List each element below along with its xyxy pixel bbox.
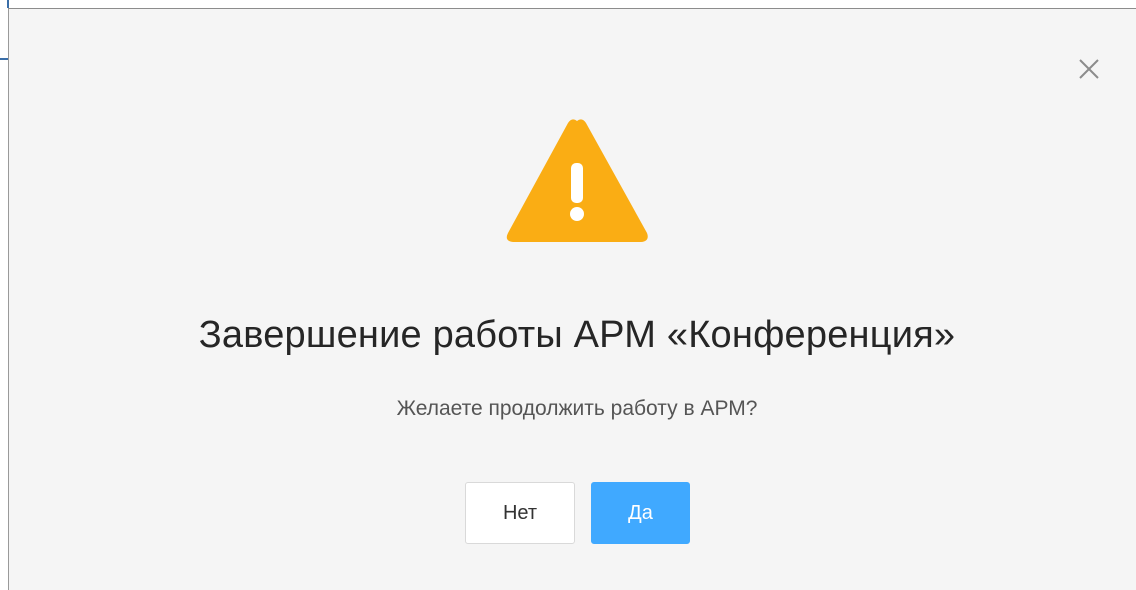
background-edge-mark: [0, 58, 8, 60]
yes-button[interactable]: Да: [591, 482, 690, 544]
warning-triangle-icon: [503, 115, 651, 245]
background-edge-mark: [7, 0, 9, 8]
dialog-message: Желаете продолжить работу в АРМ?: [396, 397, 758, 420]
no-button[interactable]: Нет: [465, 482, 575, 544]
dialog-title: Завершение работы АРМ «Конференция»: [198, 314, 956, 356]
close-icon: [1079, 59, 1099, 79]
close-button[interactable]: [1075, 55, 1103, 83]
